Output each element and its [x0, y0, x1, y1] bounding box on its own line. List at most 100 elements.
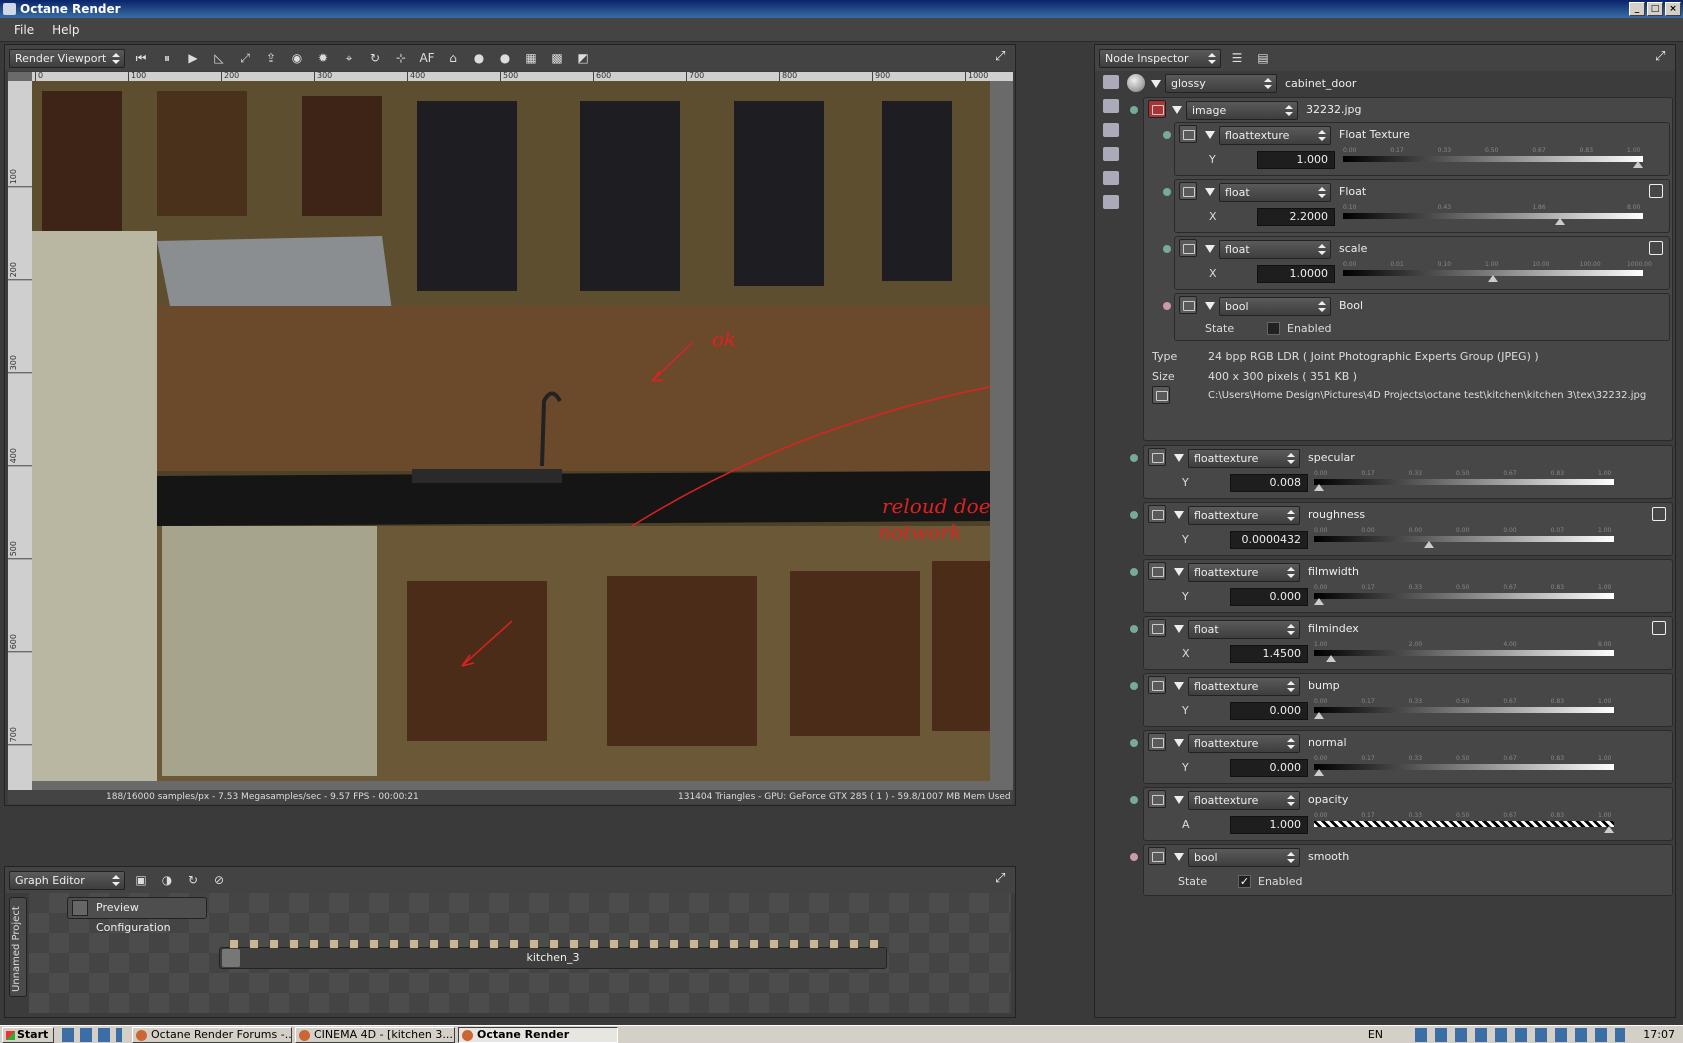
- render-image[interactable]: ok reloud does notwork ?: [32, 81, 990, 781]
- curve-icon[interactable]: [1649, 184, 1663, 198]
- region-icon[interactable]: ◩: [573, 48, 593, 68]
- light-icon[interactable]: ✹: [313, 48, 333, 68]
- material-type-combo[interactable]: glossy: [1165, 74, 1277, 93]
- node-type-combo[interactable]: floattexture: [1188, 563, 1300, 582]
- slider-thumb[interactable]: [1314, 598, 1324, 605]
- slider-track[interactable]: [1314, 707, 1614, 713]
- value-slider[interactable]: 0.00 0.17 0.33 0.50 0.67 0.83 1.00: [1314, 584, 1614, 606]
- smooth-checkbox[interactable]: ✓: [1238, 875, 1251, 888]
- inspector-combo[interactable]: Node Inspector: [1099, 48, 1221, 68]
- slider-track[interactable]: [1314, 650, 1614, 656]
- value-field[interactable]: 0.000: [1230, 759, 1308, 777]
- node-type-combo[interactable]: bool: [1188, 848, 1300, 867]
- af-button[interactable]: AF: [417, 48, 437, 68]
- material-picker-icon[interactable]: ◉: [287, 48, 307, 68]
- load-icon[interactable]: ⇪: [261, 48, 281, 68]
- play-icon[interactable]: ▶: [183, 48, 203, 68]
- task-octane[interactable]: Octane Render: [458, 1026, 618, 1043]
- node-type-combo[interactable]: float: [1219, 183, 1331, 202]
- collapse-triangle-icon[interactable]: [1172, 106, 1182, 114]
- file-path[interactable]: C:\Users\Home Design\Pictures\4D Project…: [1208, 390, 1646, 401]
- value-field[interactable]: 0.0000432: [1230, 531, 1308, 549]
- collapse-triangle-icon[interactable]: [1174, 568, 1184, 576]
- project-side-tab[interactable]: Unnamed Project: [9, 897, 27, 997]
- material-icon[interactable]: ◑: [157, 870, 177, 890]
- slider-track[interactable]: [1314, 593, 1614, 599]
- slider-track[interactable]: [1314, 764, 1614, 770]
- af-pick-icon[interactable]: ⌖: [339, 48, 359, 68]
- kernel-icon[interactable]: [1103, 147, 1119, 161]
- collapse-triangle-icon[interactable]: [1174, 739, 1184, 747]
- grid-icon[interactable]: ▦: [521, 48, 541, 68]
- slider-thumb[interactable]: [1424, 541, 1435, 548]
- node-type-combo[interactable]: floattexture: [1219, 126, 1331, 145]
- task-cinema4d[interactable]: CINEMA 4D - [kitchen 3....: [295, 1026, 455, 1043]
- node-type-combo[interactable]: image: [1186, 101, 1298, 120]
- value-slider[interactable]: 0.10 0.43 1.86 8.00: [1343, 204, 1643, 226]
- value-slider[interactable]: 0.00 0.17 0.33 0.50 0.67 0.83 1.00: [1314, 470, 1614, 492]
- value-field[interactable]: 1.0000: [1257, 265, 1335, 283]
- collapse-triangle-icon[interactable]: [1205, 131, 1215, 139]
- environment-icon[interactable]: [1103, 171, 1119, 185]
- slider-track[interactable]: [1314, 536, 1614, 542]
- graph-node[interactable]: kitchen_3: [219, 940, 887, 969]
- language-indicator[interactable]: EN: [1368, 1028, 1383, 1041]
- inspector-maximize-icon[interactable]: ⤢: [1655, 50, 1669, 64]
- node-type-combo[interactable]: float: [1219, 240, 1331, 259]
- ruler-icon[interactable]: ◺: [209, 48, 229, 68]
- minimize-button[interactable]: _: [1629, 2, 1645, 16]
- value-slider[interactable]: 0.00 0.17 0.33 0.50 0.67 0.83 1.00: [1314, 755, 1614, 777]
- value-slider[interactable]: 0.00 0.01 0.10 1.00 10.00 100.00 1000.00: [1343, 261, 1652, 283]
- task-forums[interactable]: Octane Render Forums -...: [132, 1026, 292, 1043]
- preview-configuration-button[interactable]: Preview Configuration: [67, 897, 207, 934]
- close-button[interactable]: ×: [1665, 2, 1681, 16]
- camera-icon[interactable]: [1103, 99, 1119, 113]
- value-field[interactable]: 0.000: [1230, 702, 1308, 720]
- maximize-button[interactable]: □: [1647, 2, 1663, 16]
- slider-thumb[interactable]: [1325, 655, 1336, 662]
- value-field[interactable]: 1.4500: [1230, 645, 1308, 663]
- collapse-triangle-icon[interactable]: [1174, 511, 1184, 519]
- slider-track[interactable]: [1343, 213, 1643, 219]
- start-button[interactable]: Start: [2, 1026, 54, 1043]
- save-graph-icon[interactable]: ▣: [131, 870, 151, 890]
- expand-icon[interactable]: ▤: [1253, 48, 1273, 68]
- load-file-icon[interactable]: [1152, 386, 1170, 404]
- menu-help[interactable]: Help: [46, 23, 85, 37]
- slider-thumb[interactable]: [1604, 826, 1614, 833]
- node-type-combo[interactable]: floattexture: [1188, 791, 1300, 810]
- collapse-triangle-icon[interactable]: [1174, 796, 1184, 804]
- slider-thumb[interactable]: [1554, 218, 1565, 225]
- collapse-triangle-icon[interactable]: [1174, 853, 1184, 861]
- focus-icon[interactable]: ⊹: [391, 48, 411, 68]
- slider-track[interactable]: [1343, 156, 1643, 162]
- collapse-triangle-icon[interactable]: [1205, 302, 1215, 310]
- fit-icon[interactable]: ⤢: [235, 48, 255, 68]
- scene-icon[interactable]: [1103, 75, 1119, 89]
- collapse-triangle-icon[interactable]: [1174, 625, 1184, 633]
- node-type-combo[interactable]: floattexture: [1188, 734, 1300, 753]
- clear-icon[interactable]: ⊘: [209, 870, 229, 890]
- collapse-triangle-icon[interactable]: [1205, 188, 1215, 196]
- menu-file[interactable]: File: [8, 23, 40, 37]
- value-field[interactable]: 0.000: [1230, 588, 1308, 606]
- collapse-icon[interactable]: ☰: [1227, 48, 1247, 68]
- graph-combo[interactable]: Graph Editor: [9, 870, 125, 890]
- value-slider[interactable]: 0.00 0.17 0.33 0.50 0.67 0.83 1.00: [1314, 812, 1614, 834]
- checker-icon[interactable]: ▩: [547, 48, 567, 68]
- slider-thumb[interactable]: [1314, 484, 1324, 491]
- collapse-triangle-icon[interactable]: [1151, 80, 1161, 88]
- value-slider[interactable]: 0.00 0.17 0.33 0.50 0.67 0.83 1.00: [1314, 698, 1614, 720]
- slider-track[interactable]: [1314, 479, 1614, 485]
- viewport-combo[interactable]: Render Viewport: [9, 48, 125, 68]
- value-slider[interactable]: 0.00 0.00 0.00 0.00 0.00 0.07 1.00: [1314, 527, 1614, 549]
- value-field[interactable]: 0.008: [1230, 474, 1308, 492]
- value-slider[interactable]: 0.00 0.17 0.33 0.50 0.67 0.83 1.00: [1343, 147, 1643, 169]
- value-slider[interactable]: 1.00 2.00 4.00 8.00: [1314, 641, 1614, 663]
- value-field[interactable]: 2.2000: [1257, 208, 1335, 226]
- pause-icon[interactable]: ⏸: [157, 48, 177, 68]
- node-type-combo[interactable]: float: [1188, 620, 1300, 639]
- graph-maximize-icon[interactable]: ⤢: [995, 872, 1009, 886]
- refresh-icon[interactable]: ↻: [183, 870, 203, 890]
- lock-icon[interactable]: ⌂: [443, 48, 463, 68]
